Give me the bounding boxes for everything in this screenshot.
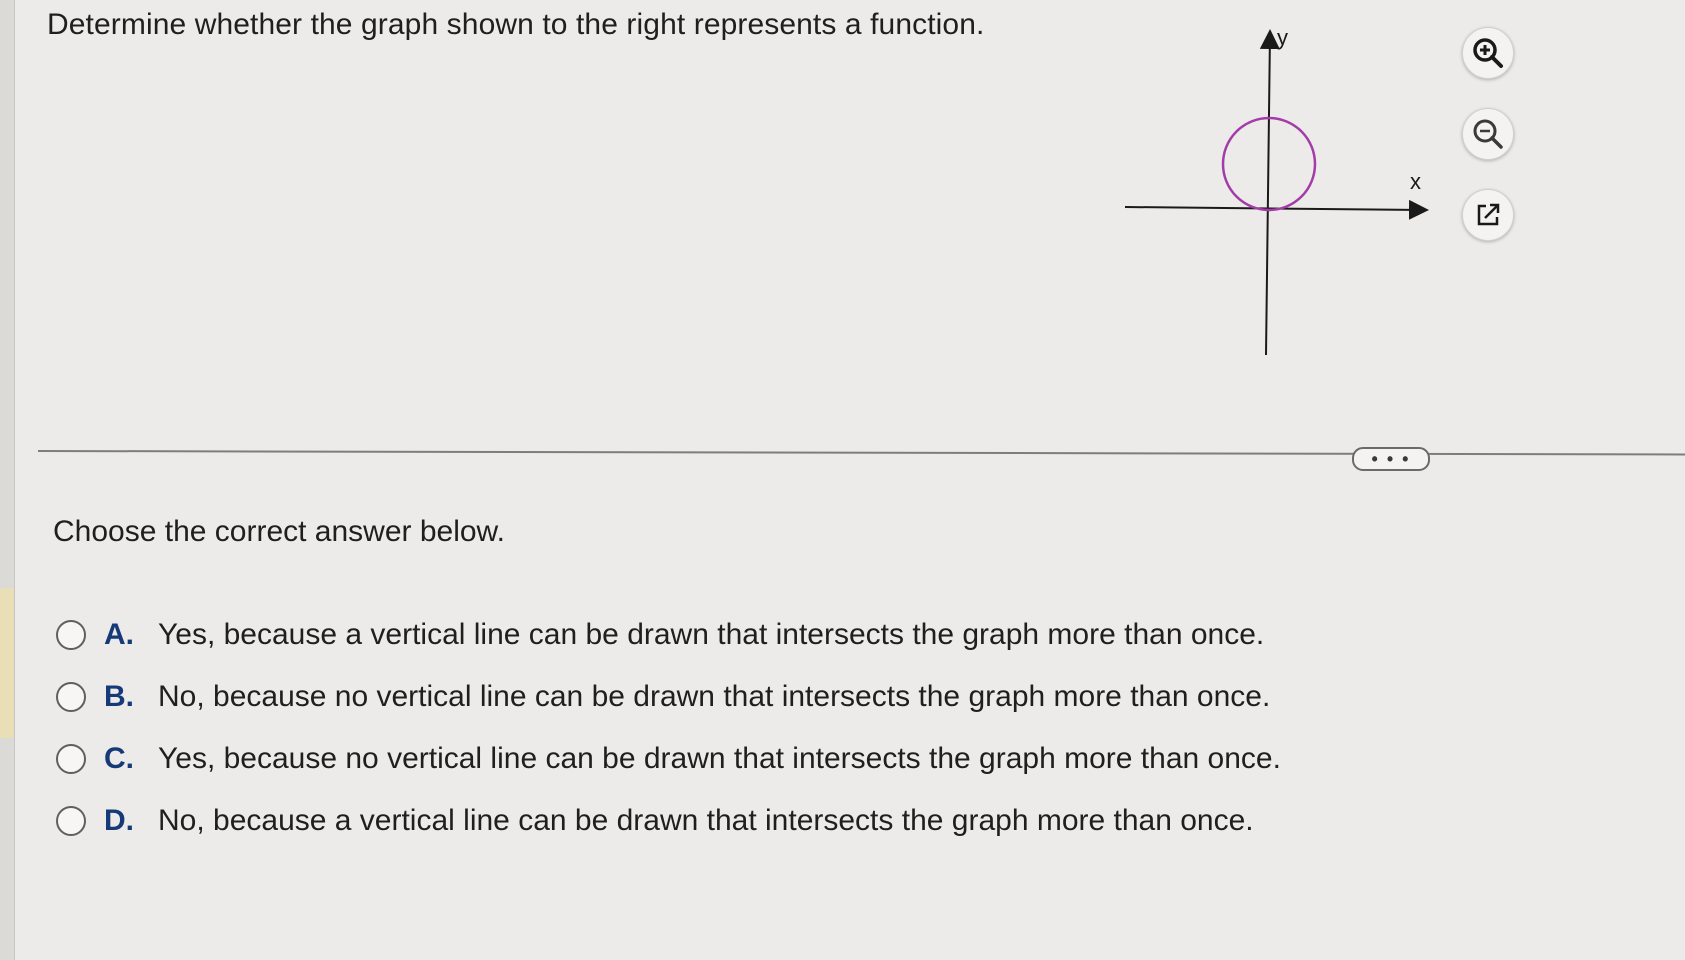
zoom-in-button[interactable] [1462,27,1514,79]
choice-d[interactable]: D. No, because a vertical line can be dr… [56,790,1281,852]
choice-letter: C. [104,742,134,775]
open-in-new-window-button[interactable] [1462,189,1514,241]
radio-button[interactable] [56,806,86,836]
left-panel-highlight [0,588,14,738]
y-axis-label: y [1277,25,1288,50]
choice-text: No, because a vertical line can be drawn… [158,804,1254,837]
choice-letter: A. [104,618,134,651]
choice-a[interactable]: A. Yes, because a vertical line can be d… [56,604,1281,666]
choice-text: No, because no vertical line can be draw… [158,680,1271,713]
answer-prompt: Choose the correct answer below. [53,515,505,548]
zoom-out-button[interactable] [1462,108,1514,160]
y-axis [1259,29,1280,355]
x-axis-label: x [1410,169,1421,194]
choice-text: Yes, because a vertical line can be draw… [158,618,1265,651]
radio-button[interactable] [56,620,86,650]
left-panel-edge [0,0,15,960]
choice-letter: B. [104,680,134,713]
choice-b[interactable]: B. No, because no vertical line can be d… [56,666,1281,728]
choice-text: Yes, because no vertical line can be dra… [158,742,1281,775]
section-divider [37,450,1685,456]
expand-more-button[interactable]: • • • [1352,447,1430,471]
radio-button[interactable] [56,744,86,774]
zoom-out-icon [1473,119,1503,149]
answer-choices: A. Yes, because a vertical line can be d… [56,604,1281,852]
choice-letter: D. [104,804,134,837]
choice-c[interactable]: C. Yes, because no vertical line can be … [56,728,1281,790]
zoom-in-icon [1473,38,1503,68]
function-graph: y x [1125,25,1429,355]
radio-button[interactable] [56,682,86,712]
question-text: Determine whether the graph shown to the… [47,8,985,41]
open-new-window-icon [1477,203,1500,226]
